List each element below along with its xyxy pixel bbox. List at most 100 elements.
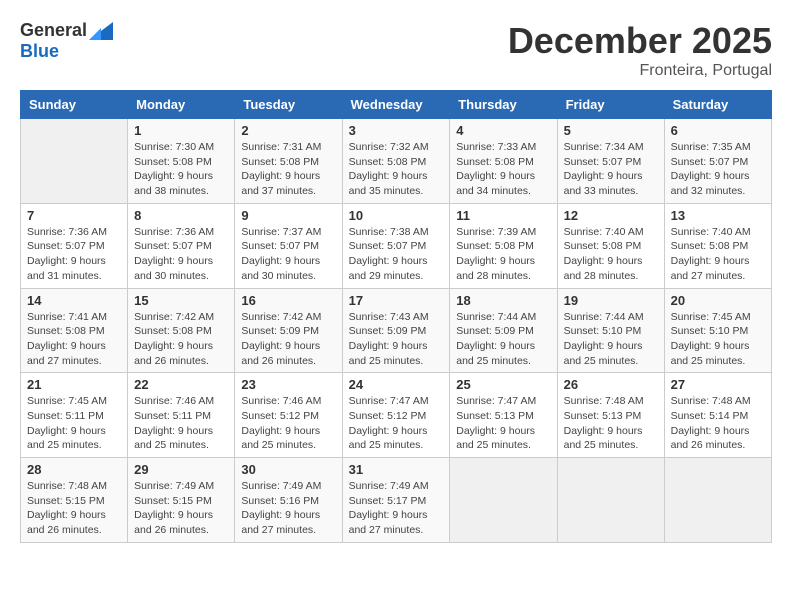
- calendar-cell: [664, 458, 771, 543]
- calendar-cell: 1Sunrise: 7:30 AM Sunset: 5:08 PM Daylig…: [128, 119, 235, 204]
- day-number: 23: [241, 377, 335, 392]
- day-number: 25: [456, 377, 550, 392]
- day-info: Sunrise: 7:40 AM Sunset: 5:08 PM Dayligh…: [564, 225, 658, 284]
- week-row-4: 21 Sunrise: 7:45 AM Sunset: 5:11 PM Dayli…: [21, 373, 772, 458]
- logo-blue-text: Blue: [20, 41, 59, 62]
- day-info: Sunrise: 7:35 AM Sunset: 5:07 PM Dayligh…: [671, 140, 765, 199]
- day-info: Sunrise: 7:44 AM Sunset: 5:10 PM Dayligh…: [564, 310, 658, 369]
- week-row-3: 14 Sunrise: 7:41 AM Sunset: 5:08 PM Dayli…: [21, 288, 772, 373]
- day-info: Sunrise: 7:44 AM Sunset: 5:09 PM Dayligh…: [456, 310, 550, 369]
- calendar-table: SundayMondayTuesdayWednesdayThursdayFrid…: [20, 90, 772, 543]
- week-row-2: 7 Sunrise: 7:36 AM Sunset: 5:07 PM Daylig…: [21, 203, 772, 288]
- calendar-cell: 20 Sunrise: 7:45 AM Sunset: 5:10 PM Dayli…: [664, 288, 771, 373]
- day-info: Sunrise: 7:33 AM Sunset: 5:08 PM Dayligh…: [456, 140, 550, 199]
- weekday-header-saturday: Saturday: [664, 91, 771, 119]
- day-info: Sunrise: 7:47 AM Sunset: 5:13 PM Dayligh…: [456, 394, 550, 453]
- day-info: Sunrise: 7:37 AM Sunset: 5:07 PM Dayligh…: [241, 225, 335, 284]
- day-info: Sunrise: 7:43 AM Sunset: 5:09 PM Dayligh…: [349, 310, 444, 369]
- weekday-header-monday: Monday: [128, 91, 235, 119]
- calendar-cell: 19 Sunrise: 7:44 AM Sunset: 5:10 PM Dayli…: [557, 288, 664, 373]
- page-header: General Blue December 2025 Fronteira, Po…: [20, 20, 772, 80]
- day-info: Sunrise: 7:45 AM Sunset: 5:11 PM Dayligh…: [27, 394, 121, 453]
- day-number: 28: [27, 462, 121, 477]
- calendar-cell: 24 Sunrise: 7:47 AM Sunset: 5:12 PM Dayli…: [342, 373, 450, 458]
- day-info: Sunrise: 7:48 AM Sunset: 5:15 PM Dayligh…: [27, 479, 121, 538]
- day-info: Sunrise: 7:36 AM Sunset: 5:07 PM Dayligh…: [134, 225, 228, 284]
- day-number: 10: [349, 208, 444, 223]
- day-number: 5: [564, 123, 658, 138]
- day-number: 19: [564, 293, 658, 308]
- day-number: 15: [134, 293, 228, 308]
- day-number: 9: [241, 208, 335, 223]
- calendar-body: 1Sunrise: 7:30 AM Sunset: 5:08 PM Daylig…: [21, 119, 772, 543]
- day-info: Sunrise: 7:31 AM Sunset: 5:08 PM Dayligh…: [241, 140, 335, 199]
- day-info: Sunrise: 7:49 AM Sunset: 5:16 PM Dayligh…: [241, 479, 335, 538]
- calendar-cell: 22Sunrise: 7:46 AM Sunset: 5:11 PM Dayli…: [128, 373, 235, 458]
- calendar-cell: 15Sunrise: 7:42 AM Sunset: 5:08 PM Dayli…: [128, 288, 235, 373]
- calendar-cell: 5Sunrise: 7:34 AM Sunset: 5:07 PM Daylig…: [557, 119, 664, 204]
- day-info: Sunrise: 7:48 AM Sunset: 5:14 PM Dayligh…: [671, 394, 765, 453]
- weekday-header-wednesday: Wednesday: [342, 91, 450, 119]
- week-row-5: 28 Sunrise: 7:48 AM Sunset: 5:15 PM Dayli…: [21, 458, 772, 543]
- week-row-1: 1Sunrise: 7:30 AM Sunset: 5:08 PM Daylig…: [21, 119, 772, 204]
- day-number: 16: [241, 293, 335, 308]
- day-number: 24: [349, 377, 444, 392]
- calendar-cell: 25 Sunrise: 7:47 AM Sunset: 5:13 PM Dayli…: [450, 373, 557, 458]
- day-number: 29: [134, 462, 228, 477]
- calendar-cell: 21 Sunrise: 7:45 AM Sunset: 5:11 PM Dayli…: [21, 373, 128, 458]
- day-info: Sunrise: 7:49 AM Sunset: 5:15 PM Dayligh…: [134, 479, 228, 538]
- calendar-cell: 8 Sunrise: 7:36 AM Sunset: 5:07 PM Daylig…: [128, 203, 235, 288]
- day-info: Sunrise: 7:42 AM Sunset: 5:09 PM Dayligh…: [241, 310, 335, 369]
- day-info: Sunrise: 7:41 AM Sunset: 5:08 PM Dayligh…: [27, 310, 121, 369]
- calendar-cell: 23 Sunrise: 7:46 AM Sunset: 5:12 PM Dayli…: [235, 373, 342, 458]
- day-number: 1: [134, 123, 228, 138]
- calendar-header: SundayMondayTuesdayWednesdayThursdayFrid…: [21, 91, 772, 119]
- calendar-cell: 11 Sunrise: 7:39 AM Sunset: 5:08 PM Dayli…: [450, 203, 557, 288]
- day-info: Sunrise: 7:45 AM Sunset: 5:10 PM Dayligh…: [671, 310, 765, 369]
- logo-general-text: General: [20, 20, 87, 41]
- day-number: 20: [671, 293, 765, 308]
- day-number: 4: [456, 123, 550, 138]
- day-number: 6: [671, 123, 765, 138]
- weekday-header-thursday: Thursday: [450, 91, 557, 119]
- day-number: 18: [456, 293, 550, 308]
- calendar-cell: 4 Sunrise: 7:33 AM Sunset: 5:08 PM Daylig…: [450, 119, 557, 204]
- day-number: 7: [27, 208, 121, 223]
- calendar-cell: 16 Sunrise: 7:42 AM Sunset: 5:09 PM Dayli…: [235, 288, 342, 373]
- weekday-header-sunday: Sunday: [21, 91, 128, 119]
- calendar-cell: 26Sunrise: 7:48 AM Sunset: 5:13 PM Dayli…: [557, 373, 664, 458]
- calendar-cell: [557, 458, 664, 543]
- logo-icon: [89, 22, 113, 40]
- day-number: 11: [456, 208, 550, 223]
- day-info: Sunrise: 7:47 AM Sunset: 5:12 PM Dayligh…: [349, 394, 444, 453]
- calendar-cell: 6 Sunrise: 7:35 AM Sunset: 5:07 PM Daylig…: [664, 119, 771, 204]
- calendar-cell: 30 Sunrise: 7:49 AM Sunset: 5:16 PM Dayli…: [235, 458, 342, 543]
- location-subtitle: Fronteira, Portugal: [508, 62, 772, 80]
- day-number: 8: [134, 208, 228, 223]
- calendar-cell: 9 Sunrise: 7:37 AM Sunset: 5:07 PM Daylig…: [235, 203, 342, 288]
- calendar-cell: 18 Sunrise: 7:44 AM Sunset: 5:09 PM Dayli…: [450, 288, 557, 373]
- day-number: 30: [241, 462, 335, 477]
- day-info: Sunrise: 7:46 AM Sunset: 5:12 PM Dayligh…: [241, 394, 335, 453]
- day-number: 3: [349, 123, 444, 138]
- calendar-cell: 12Sunrise: 7:40 AM Sunset: 5:08 PM Dayli…: [557, 203, 664, 288]
- day-number: 17: [349, 293, 444, 308]
- day-number: 14: [27, 293, 121, 308]
- calendar-cell: 13Sunrise: 7:40 AM Sunset: 5:08 PM Dayli…: [664, 203, 771, 288]
- calendar-cell: 29 Sunrise: 7:49 AM Sunset: 5:15 PM Dayli…: [128, 458, 235, 543]
- calendar-cell: [21, 119, 128, 204]
- weekday-header-tuesday: Tuesday: [235, 91, 342, 119]
- day-info: Sunrise: 7:39 AM Sunset: 5:08 PM Dayligh…: [456, 225, 550, 284]
- day-info: Sunrise: 7:49 AM Sunset: 5:17 PM Dayligh…: [349, 479, 444, 538]
- day-number: 22: [134, 377, 228, 392]
- calendar-cell: 27 Sunrise: 7:48 AM Sunset: 5:14 PM Dayli…: [664, 373, 771, 458]
- day-number: 27: [671, 377, 765, 392]
- calendar-cell: 7Sunrise: 7:36 AM Sunset: 5:07 PM Daylig…: [21, 203, 128, 288]
- logo: General Blue: [20, 20, 113, 62]
- calendar-cell: 28 Sunrise: 7:48 AM Sunset: 5:15 PM Dayli…: [21, 458, 128, 543]
- day-number: 21: [27, 377, 121, 392]
- weekday-header-friday: Friday: [557, 91, 664, 119]
- calendar-cell: 2 Sunrise: 7:31 AM Sunset: 5:08 PM Daylig…: [235, 119, 342, 204]
- day-number: 2: [241, 123, 335, 138]
- day-info: Sunrise: 7:48 AM Sunset: 5:13 PM Dayligh…: [564, 394, 658, 453]
